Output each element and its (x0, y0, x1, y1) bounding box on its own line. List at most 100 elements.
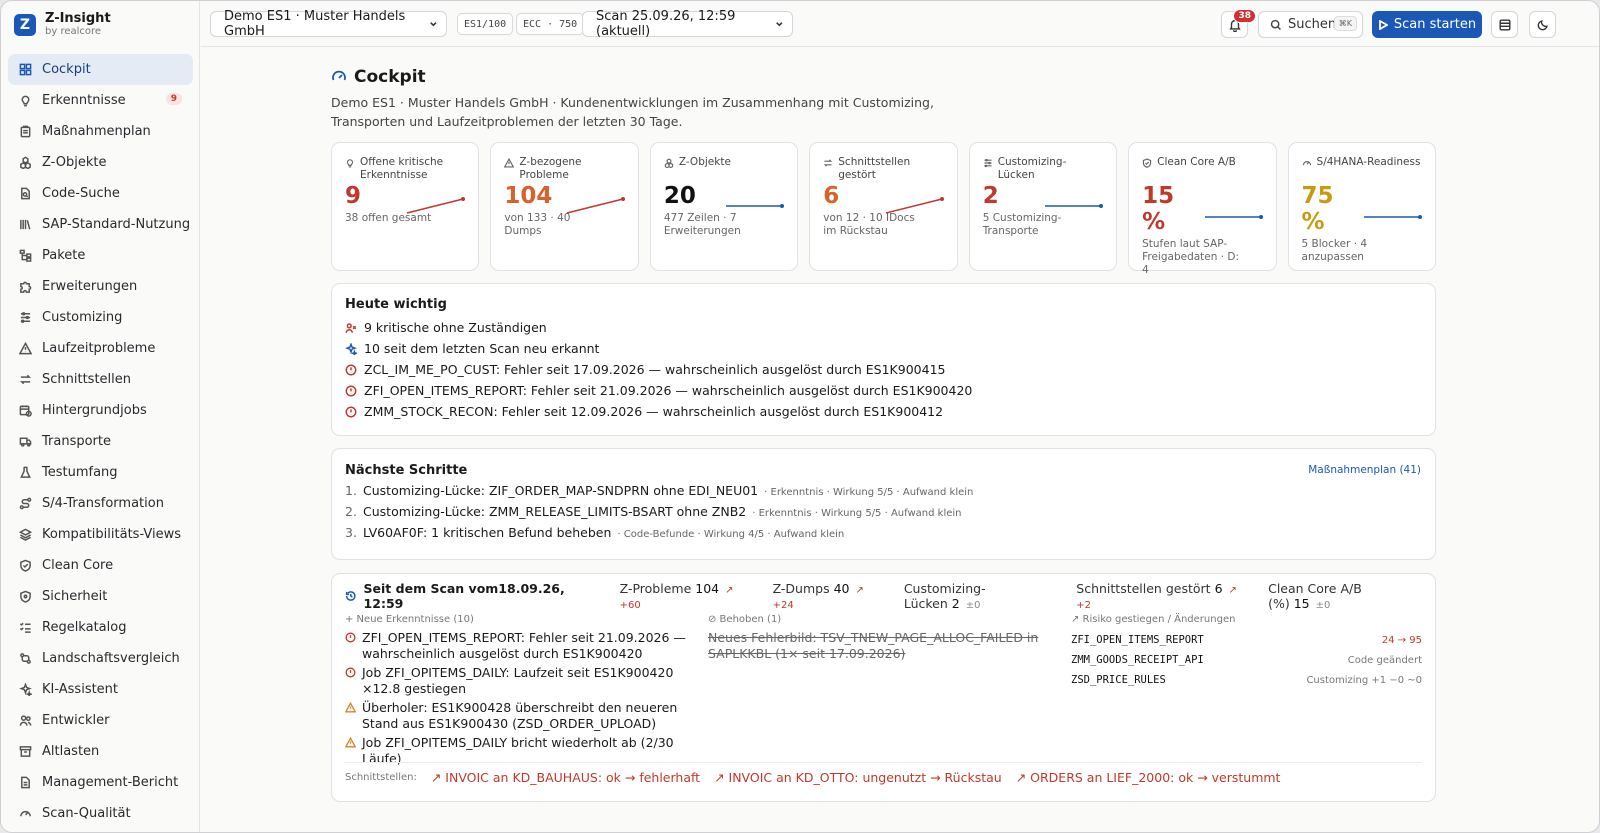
new-finding-text: ZFI_OPEN_ITEMS_REPORT: Fehler seit 21.09… (362, 630, 686, 661)
sidebar-item-sap-standard-nutzung[interactable]: SAP-Standard-Nutzung (8, 209, 193, 240)
sidebar-item-management-bericht[interactable]: Management-Bericht (8, 767, 193, 798)
sidebar-item-erkenntnisse[interactable]: Erkenntnisse 9 (8, 85, 193, 116)
new-finding-item[interactable]: Job ZFI_OPITEMS_DAILY: Laufzeit seit ES1… (345, 665, 695, 697)
delta-metric-value: 104 (695, 581, 720, 596)
interface-change[interactable]: ↗ INVOIC an KD_BAUHAUS: ok → fehlerhaft (431, 770, 700, 785)
sidebar-item-ki-assistent[interactable]: KI-Assistent (8, 674, 193, 705)
sidebar-item-label: Erweiterungen (42, 279, 138, 294)
sidebar-item-s-4-transformation[interactable]: S/4-Transformation (8, 488, 193, 519)
sidebar-item-label: Maßnahmenplan (42, 124, 151, 139)
since-scan-card: Seit dem Scan vom18.09.26, 12:59 Z-Probl… (331, 573, 1436, 802)
kpi-card[interactable]: Offene kritische Erkenntnisse 9 38 offen g… (331, 142, 480, 271)
sidebar-item-kompatibilitäts-views[interactable]: Kompatibilitäts-Views (8, 519, 193, 550)
sidebar-item-testumfang[interactable]: Testumfang (8, 457, 193, 488)
today-item[interactable]: ZFI_OPEN_ITEMS_REPORT: Fehler seit 21.09… (345, 380, 1422, 401)
page-subtitle: Demo ES1 · Muster Handels GmbH · Kundene… (331, 95, 934, 129)
next-step-item[interactable]: 3. LV60AF0F: 1 kritischen Befund beheben ·… (345, 525, 1422, 546)
sidebar-item-label: Landschaftsvergleich (42, 651, 180, 666)
kpi-card[interactable]: S/4HANA-Readiness 75% 5 Blocker · 4 anzupa… (1287, 142, 1436, 271)
sidebar-item-label: Code-Suche (42, 186, 120, 201)
play-icon (1378, 19, 1388, 30)
file-search-icon (21, 187, 30, 200)
clipboard-icon (20, 125, 31, 138)
system-select[interactable]: Demo ES1 · Muster Handels GmbH (210, 9, 447, 39)
package-tree-icon (19, 249, 32, 262)
risk-item[interactable]: ZSD_PRICE_RULES Customizing +1 −0 ~0 (1071, 670, 1422, 690)
sidebar-item-pakete[interactable]: Pakete (8, 240, 193, 271)
sidebar-item-label: Schnittstellen (42, 372, 132, 387)
sidebar-item-entwickler[interactable]: Entwickler (8, 705, 193, 736)
fixed-item[interactable]: Neues Fehlerbild: TSV_TNEW_PAGE_ALLOC_FA… (708, 630, 1048, 662)
system-select-value: Demo ES1 · Muster Handels GmbH (224, 9, 406, 39)
sidebar-item-transporte[interactable]: Transporte (8, 426, 193, 457)
delta-metric-value: 15 (1293, 596, 1310, 611)
sidebar-item-code-suche[interactable]: Code-Suche (8, 178, 193, 209)
next-step-item[interactable]: 2. Customizing-Lücke: ZMM_RELEASE_LIMITS-… (345, 504, 1422, 525)
search-shortcut: ⌘K (1333, 16, 1357, 31)
shield-check-icon (1142, 158, 1152, 168)
sidebar-item-z-objekte[interactable]: Z-Objekte (8, 147, 193, 178)
today-item[interactable]: ZCL_IM_ME_PO_CUST: Fehler seit 17.09.202… (345, 359, 1422, 380)
user-x-icon (345, 322, 357, 333)
kpi-label: Z-Objekte (678, 156, 731, 168)
sidebar-item-label: S/4-Transformation (42, 496, 164, 511)
kpi-sparkline (1204, 215, 1263, 219)
new-finding-item[interactable]: Überholer: ES1K900428 überschreibt den n… (345, 700, 695, 732)
notifications-button[interactable]: 38 (1221, 9, 1256, 38)
kpi-card[interactable]: Customizing-Lücken 2 5 Customizing-Transpo… (968, 142, 1118, 271)
kpi-sparkline (1045, 204, 1104, 208)
kpi-unit: % (1301, 209, 1325, 235)
alert-circle-icon (345, 406, 357, 417)
kpi-card[interactable]: Schnittstellen gestört 6 von 12 · 10 IDocs… (809, 142, 958, 271)
today-item[interactable]: 9 kritische ohne Zuständigen (345, 317, 1422, 338)
today-item-text: 10 seit dem letzten Scan neu erkannt (364, 341, 600, 356)
sidebar-item-customizing[interactable]: Customizing (8, 302, 193, 333)
new-finding-item[interactable]: ZFI_OPEN_ITEMS_REPORT: Fehler seit 21.09… (345, 630, 695, 662)
sidebar-item-altlasten[interactable]: Altlasten (8, 736, 193, 767)
step-number: 1. (345, 483, 357, 498)
brand[interactable]: Z Z-Insight by realcore (14, 10, 111, 40)
search-button[interactable]: Suchen ⌘K (1258, 11, 1363, 38)
interface-change[interactable]: ↗ ORDERS an LIEF_2000: ok → verstummt (1016, 770, 1281, 785)
fixed-head: ⊘ Behoben (1) (708, 614, 782, 625)
sidebar-item-maßnahmenplan[interactable]: Maßnahmenplan (8, 116, 193, 147)
delta-metric: Z-Dumps 40 ↗ +24 (773, 581, 884, 611)
sidebar-item-regelkatalog[interactable]: Regelkatalog (8, 612, 193, 643)
sidebar-item-erweiterungen[interactable]: Erweiterungen (8, 271, 193, 302)
sidebar-item-landschaftsvergleich[interactable]: Landschaftsvergleich (8, 643, 193, 674)
truck-icon (19, 437, 32, 447)
sidebar-item-cockpit[interactable]: Cockpit (8, 54, 193, 85)
kpi-card[interactable]: Clean Core A/B 15% Stufen laut SAP-Freigab… (1128, 142, 1277, 276)
today-item[interactable]: ZMM_STOCK_RECON: Fehler seit 12.09.2026 … (345, 401, 1422, 422)
sliders-icon (984, 158, 992, 168)
theme-toggle-button[interactable] (1529, 11, 1556, 38)
kpi-card[interactable]: Z-Objekte 20 477 Zeilen · 7 Erweiterungen (649, 142, 799, 271)
delta-metric-value: 2 (951, 596, 960, 611)
arrows-swap-icon (19, 374, 32, 385)
grid-icon (19, 63, 32, 76)
scan-select[interactable]: Scan 25.09.26, 12:59 (aktuell) (582, 9, 793, 39)
start-scan-button[interactable]: Scan starten (1372, 11, 1482, 38)
interfaces-label: Schnittstellen: (345, 772, 417, 783)
risk-object-name: ZFI_OPEN_ITEMS_REPORT (1071, 634, 1204, 646)
sidebar-item-hintergrundjobs[interactable]: Hintergrundjobs (8, 395, 193, 426)
sidebar-item-schnittstellen[interactable]: Schnittstellen (8, 364, 193, 395)
kpi-card[interactable]: Z-bezogene Probleme 104 von 133 · 40 Dumps (490, 142, 639, 271)
sidebar-item-clean-core[interactable]: Clean Core (8, 550, 193, 581)
sidebar-item-badge: 9 (165, 93, 182, 105)
kpi-sparkline (407, 197, 466, 214)
alert-circle-icon (345, 632, 356, 643)
risk-item[interactable]: ZFI_OPEN_ITEMS_REPORT 24 → 95 (1071, 630, 1422, 650)
risk-item[interactable]: ZMM_GOODS_RECEIPT_API Code geändert (1071, 650, 1422, 670)
interface-change[interactable]: ↗ INVOIC an KD_OTTO: ungenutzt → Rücksta… (714, 770, 1002, 785)
sidebar-item-laufzeitprobleme[interactable]: Laufzeitprobleme (8, 333, 193, 364)
today-item[interactable]: 10 seit dem letzten Scan neu erkannt (345, 338, 1422, 359)
layout-toggle-button[interactable] (1491, 11, 1518, 38)
sparkles-icon (19, 683, 32, 696)
action-plan-link[interactable]: Maßnahmenplan (41) (1308, 464, 1421, 476)
sidebar-item-sicherheit[interactable]: Sicherheit (8, 581, 193, 612)
next-step-item[interactable]: 1. Customizing-Lücke: ZIF_ORDER_MAP-SNDPR… (345, 483, 1422, 504)
sidebar-item-label: Erkenntnisse (42, 93, 126, 108)
sidebar-item-scan-qualität[interactable]: Scan-Qualität (8, 798, 193, 829)
delta-metric-change: ±0 (965, 600, 981, 611)
